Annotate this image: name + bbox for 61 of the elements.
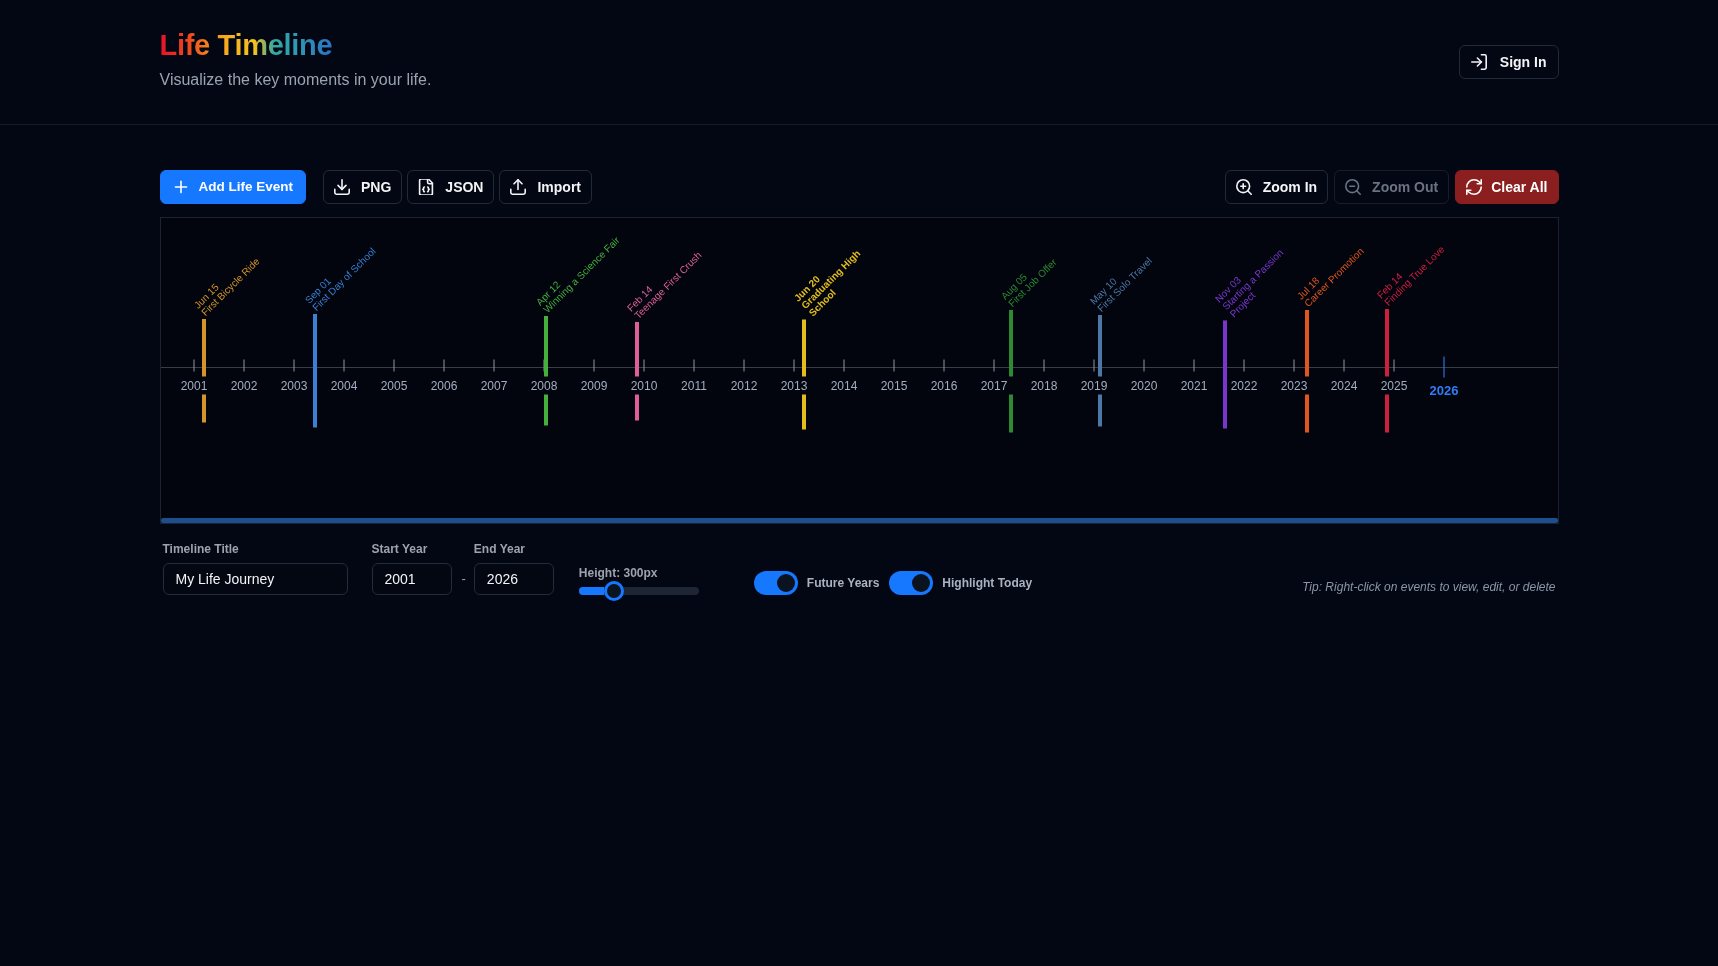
year-label: 2007 [480, 378, 507, 393]
year-label: 2012 [730, 378, 757, 393]
export-json-button[interactable]: JSON [407, 170, 495, 204]
tip-text: Tip: Right-click on events to view, edit, or delete [1302, 579, 1556, 595]
add-event-button[interactable]: Add Life Event [159, 170, 306, 204]
year-label: 2017 [980, 378, 1007, 393]
start-year-input[interactable]: 2001 [371, 563, 452, 595]
year-label: 2009 [580, 378, 607, 393]
horizontal-scrollbar[interactable] [160, 518, 1558, 523]
year-label: 2004 [330, 378, 357, 393]
toggle-switch[interactable] [753, 571, 798, 595]
year-label: 2006 [430, 378, 457, 393]
year-label: 2020 [1130, 378, 1157, 393]
app-subtitle: Visualize the key moments in your life. [159, 70, 432, 90]
sign-in-button[interactable]: Sign In [1458, 45, 1559, 79]
toggle-label[interactable]: Highlight Today [942, 576, 1033, 590]
arrow-into-bracket-icon [1470, 54, 1487, 70]
toggle-switch[interactable] [889, 571, 934, 595]
year-label: 2025 [1380, 378, 1407, 393]
end-year-input[interactable]: 2026 [473, 563, 554, 595]
field-label: Timeline Title [162, 541, 240, 557]
year-label: 2023 [1280, 378, 1307, 393]
toggle-label[interactable]: Future Years [806, 576, 880, 590]
slider-thumb[interactable] [604, 581, 625, 601]
export-png-button[interactable]: PNG [323, 170, 403, 204]
year-label: 2015 [880, 378, 907, 393]
zoom-in-button[interactable]: Zoom In [1224, 170, 1329, 204]
zoom-in-icon [1235, 179, 1252, 195]
event-marker[interactable] [312, 314, 317, 428]
event-marker[interactable] [1222, 320, 1227, 429]
download-icon [334, 179, 350, 195]
year-label: 2003 [280, 378, 307, 393]
year-label: 2022 [1230, 378, 1257, 393]
field-label: Start Year [371, 541, 429, 557]
plus-icon [172, 179, 189, 195]
year-label: 2005 [380, 378, 407, 393]
year-label: 2018 [1030, 378, 1057, 393]
import-button[interactable]: Import [499, 170, 593, 204]
current-year-label: 2026 [1429, 382, 1458, 398]
year-label: 2001 [180, 378, 207, 393]
zoom-out-icon [1345, 179, 1362, 195]
year-label: 2024 [1330, 378, 1357, 393]
document-icon [418, 179, 435, 195]
year-label: 2002 [230, 378, 257, 393]
field-label: End Year [473, 541, 526, 557]
event-marker[interactable] [1008, 310, 1013, 433]
upload-icon [510, 179, 527, 195]
range-separator: - [461, 570, 466, 588]
today-marker [1442, 356, 1445, 378]
year-label: 2010 [630, 378, 657, 393]
year-label: 2008 [530, 378, 557, 393]
clear-all-button[interactable]: Clear All [1455, 170, 1559, 204]
year-label: 2014 [830, 378, 857, 393]
year-label: 2011 [680, 378, 707, 393]
refresh-icon [1466, 179, 1483, 195]
title-input[interactable]: My Life Journey [162, 563, 348, 595]
year-label: 2019 [1080, 378, 1107, 393]
year-label: 2021 [1180, 378, 1207, 393]
height-label: Height: 300px [578, 565, 659, 581]
year-label: 2013 [780, 378, 807, 393]
year-label: 2016 [930, 378, 957, 393]
